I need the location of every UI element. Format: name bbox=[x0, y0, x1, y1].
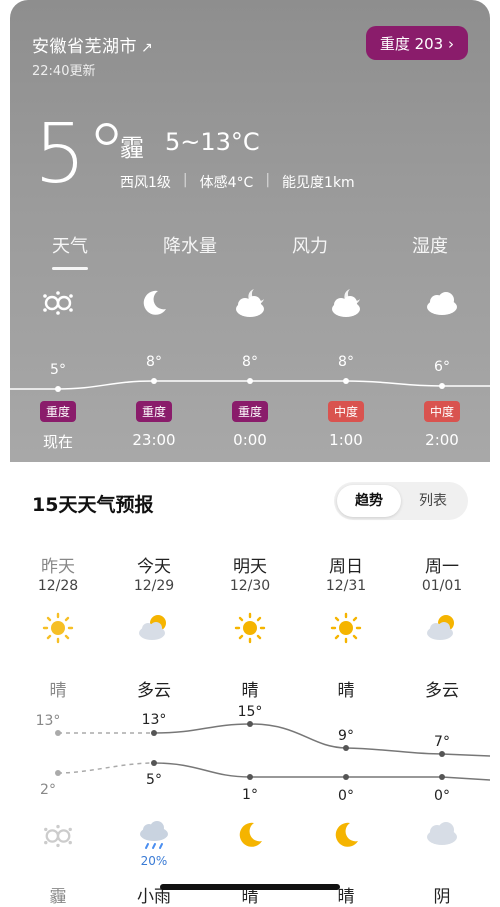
day-name: 昨天 bbox=[41, 557, 75, 577]
day-date: 01/01 bbox=[421, 578, 463, 594]
location-label[interactable]: 安徽省芜湖市 ↗ bbox=[32, 32, 153, 57]
low-temp: 2° bbox=[40, 782, 56, 798]
day-condition: 晴 bbox=[241, 681, 259, 701]
tab-bar: 天气 降水量 风力 湿度 bbox=[10, 232, 490, 270]
day-condition: 多云 bbox=[425, 681, 459, 701]
light-rain-icon bbox=[106, 820, 202, 852]
hour-temp: 8° bbox=[146, 354, 162, 370]
tab-wind[interactable]: 风力 bbox=[250, 232, 370, 258]
current-temp: 5° bbox=[34, 107, 128, 202]
day-name: 今天 bbox=[137, 557, 171, 577]
forecast-panel: 15天天气预报 趋势 列表 昨天 12/28 晴 13° 2° 霾 今天 12/… bbox=[10, 462, 490, 907]
day-name: 周日 bbox=[329, 557, 363, 577]
low-temp: 0° bbox=[434, 788, 450, 804]
current-weather-panel: 安徽省芜湖市 ↗ 22:40更新 重度 203 › 5° 霾 5~13°C 西风1… bbox=[10, 0, 490, 462]
hour-item: 8° 重度 0:00 bbox=[202, 285, 298, 449]
partly-cloudy-icon bbox=[394, 612, 490, 642]
day-condition: 多云 bbox=[137, 681, 171, 701]
sun-icon bbox=[10, 612, 106, 644]
low-temp: 0° bbox=[338, 788, 354, 804]
hour-temp: 5° bbox=[50, 362, 66, 378]
haze-icon bbox=[10, 285, 106, 321]
aqi-badge: 重度 bbox=[202, 401, 298, 422]
hour-time: 23:00 bbox=[132, 431, 176, 449]
moon-icon bbox=[202, 820, 298, 850]
hourly-forecast: 5° 重度 现在 8° 重度 23:00 8° 重度 0:00 8° 中度 1:… bbox=[10, 285, 490, 455]
sun-icon bbox=[298, 612, 394, 644]
update-time: 22:40更新 bbox=[32, 64, 96, 79]
cloud-icon bbox=[394, 820, 490, 846]
current-condition: 霾 bbox=[120, 134, 144, 162]
hour-item: 8° 中度 1:00 bbox=[298, 285, 394, 449]
hour-temp: 6° bbox=[434, 359, 450, 375]
location-text: 安徽省芜湖市 bbox=[32, 37, 137, 57]
wind-info: 西风1级 bbox=[120, 175, 171, 191]
high-temp: 13° bbox=[35, 713, 61, 729]
precip-chance: 20% bbox=[140, 854, 168, 868]
cloudy-night-icon bbox=[298, 285, 394, 321]
high-temp: 15° bbox=[237, 704, 263, 720]
hour-time: 1:00 bbox=[329, 431, 363, 449]
high-temp: 13° bbox=[141, 712, 167, 728]
day-date: 12/30 bbox=[229, 578, 271, 594]
high-temp: 9° bbox=[338, 728, 354, 744]
partly-cloudy-icon bbox=[106, 612, 202, 642]
day-date: 12/31 bbox=[325, 578, 367, 594]
visibility-info: 能见度1km bbox=[282, 175, 355, 191]
moon-icon bbox=[106, 285, 202, 321]
hour-time: 现在 bbox=[42, 433, 73, 451]
hour-temp: 8° bbox=[242, 354, 258, 370]
night-condition: 阴 bbox=[433, 887, 451, 907]
day-condition: 晴 bbox=[337, 681, 355, 701]
tab-precipitation[interactable]: 降水量 bbox=[130, 232, 250, 258]
aqi-badge: 重度 bbox=[10, 401, 106, 422]
night-condition: 霾 bbox=[49, 887, 67, 907]
cloud-icon bbox=[394, 285, 490, 321]
low-temp: 5° bbox=[146, 772, 162, 788]
hour-item: 5° 重度 现在 bbox=[10, 285, 106, 451]
day-name: 周一 bbox=[425, 557, 459, 577]
aqi-badge: 重度 bbox=[106, 401, 202, 422]
temp-range: 5~13°C bbox=[165, 128, 260, 156]
divider: | bbox=[182, 172, 188, 188]
low-temp: 1° bbox=[242, 787, 258, 803]
tab-weather[interactable]: 天气 bbox=[10, 232, 130, 270]
day-date: 12/28 bbox=[37, 578, 79, 594]
cloudy-night-icon bbox=[202, 285, 298, 321]
tab-humidity[interactable]: 湿度 bbox=[370, 232, 490, 258]
hour-item: 8° 重度 23:00 bbox=[106, 285, 202, 449]
haze-icon bbox=[10, 820, 106, 852]
hour-item: 6° 中度 2:00 bbox=[394, 285, 490, 449]
feels-like: 体感4°C bbox=[199, 175, 254, 191]
divider: | bbox=[265, 172, 271, 188]
day-name: 明天 bbox=[233, 557, 267, 577]
moon-icon bbox=[298, 820, 394, 850]
hour-time: 0:00 bbox=[233, 431, 267, 449]
location-arrow-icon: ↗ bbox=[141, 40, 154, 56]
day-date: 12/29 bbox=[133, 578, 175, 594]
hour-temp: 8° bbox=[338, 354, 354, 370]
aqi-badge: 中度 bbox=[298, 401, 394, 422]
day-condition: 晴 bbox=[49, 681, 67, 701]
aqi-badge: 中度 bbox=[394, 401, 490, 422]
home-indicator[interactable] bbox=[160, 884, 340, 890]
aqi-button[interactable]: 重度 203 › bbox=[365, 26, 468, 60]
weather-details: 西风1级 | 体感4°C | 能见度1km bbox=[120, 172, 355, 192]
sun-icon bbox=[202, 612, 298, 644]
high-temp: 7° bbox=[434, 734, 450, 750]
hour-time: 2:00 bbox=[425, 431, 459, 449]
